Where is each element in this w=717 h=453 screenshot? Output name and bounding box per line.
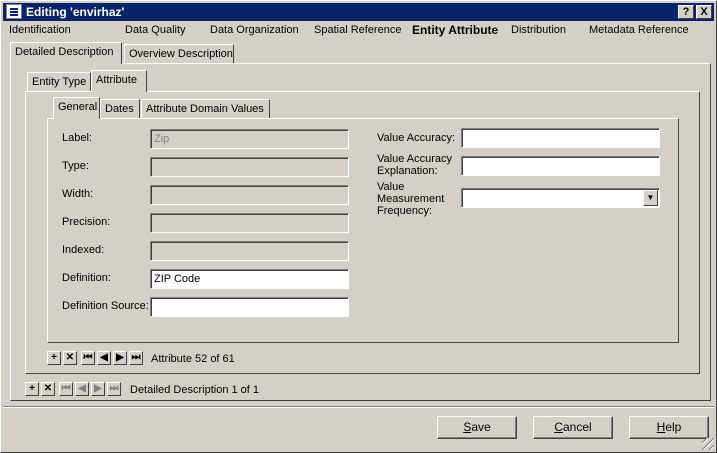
nav-metadata-reference[interactable]: Metadata Reference bbox=[589, 24, 689, 36]
add-description-button[interactable]: + bbox=[25, 382, 39, 396]
precision-label: Precision: bbox=[62, 216, 111, 228]
first-attribute-button[interactable]: ⏮ bbox=[81, 351, 95, 365]
tab-detailed-description[interactable]: Detailed Description bbox=[10, 42, 122, 64]
description-count: Detailed Description 1 of 1 bbox=[130, 384, 260, 396]
help-label: elp bbox=[665, 420, 682, 434]
definition-label: Definition: bbox=[62, 272, 111, 284]
nav-identification[interactable]: Identification bbox=[9, 24, 71, 36]
cancel-button[interactable]: Cancel bbox=[533, 416, 613, 439]
delete-description-button[interactable]: ✕ bbox=[41, 382, 55, 396]
document-icon bbox=[6, 4, 22, 19]
window-title: Editing 'envirhaz' bbox=[26, 5, 125, 19]
tab-dates[interactable]: Dates bbox=[100, 99, 140, 119]
nav-entity-attribute[interactable]: Entity Attribute bbox=[412, 23, 498, 37]
cancel-mnemonic: C bbox=[554, 420, 563, 434]
next-attribute-button[interactable]: ▶ bbox=[113, 351, 127, 365]
precision-field bbox=[150, 213, 349, 233]
save-label: ave bbox=[471, 420, 491, 434]
value-accuracy-label: Value Accuracy: bbox=[377, 132, 456, 144]
tab-overview-description[interactable]: Overview Description bbox=[124, 44, 234, 64]
title-bar: Editing 'envirhaz' ? X bbox=[3, 3, 714, 21]
indexed-field bbox=[150, 241, 349, 261]
value-accuracy-input[interactable] bbox=[461, 128, 660, 148]
chevron-down-icon[interactable]: ▼ bbox=[643, 190, 658, 206]
delete-attribute-button[interactable]: ✕ bbox=[63, 351, 77, 365]
value-measurement-frequency-label-2: Measurement bbox=[377, 193, 445, 205]
help-button[interactable]: Help bbox=[629, 416, 709, 439]
nav-data-quality[interactable]: Data Quality bbox=[125, 24, 186, 36]
value-measurement-frequency-label-3: Frequency: bbox=[377, 205, 433, 217]
value-accuracy-explanation-input[interactable] bbox=[461, 156, 660, 176]
width-field bbox=[150, 185, 349, 205]
prev-attribute-button[interactable]: ◀ bbox=[97, 351, 111, 365]
value-measurement-frequency-label-1: Value bbox=[377, 181, 405, 193]
label-field: Zip bbox=[150, 129, 349, 149]
definition-input[interactable]: ZIP Code bbox=[150, 269, 349, 289]
close-button[interactable]: X bbox=[696, 5, 712, 19]
value-accuracy-explanation-label-2: Explanation: bbox=[377, 165, 438, 177]
resize-grip-icon[interactable] bbox=[702, 438, 714, 450]
help-title-button[interactable]: ? bbox=[678, 5, 694, 19]
definition-source-input[interactable] bbox=[150, 297, 349, 317]
label-label: Label: bbox=[62, 132, 92, 144]
tab-attribute-domain-values[interactable]: Attribute Domain Values bbox=[141, 99, 270, 119]
add-attribute-button[interactable]: + bbox=[47, 351, 61, 365]
cancel-label: ancel bbox=[562, 420, 592, 434]
nav-data-organization[interactable]: Data Organization bbox=[210, 24, 299, 36]
tab-attribute[interactable]: Attribute bbox=[91, 70, 147, 92]
section-nav: Identification Data Quality Data Organiz… bbox=[1, 23, 717, 39]
last-attribute-button[interactable]: ⏭ bbox=[129, 351, 143, 365]
last-description-button[interactable]: ⏭ bbox=[107, 382, 121, 396]
value-measurement-frequency-select[interactable] bbox=[461, 188, 660, 208]
width-label: Width: bbox=[62, 188, 94, 200]
type-label: Type: bbox=[62, 160, 89, 172]
nav-distribution[interactable]: Distribution bbox=[511, 24, 566, 36]
next-description-button[interactable]: ▶ bbox=[91, 382, 105, 396]
tab-entity-type[interactable]: Entity Type bbox=[27, 72, 91, 92]
save-button[interactable]: Save bbox=[437, 416, 517, 439]
prev-description-button[interactable]: ◀ bbox=[75, 382, 89, 396]
attribute-count: Attribute 52 of 61 bbox=[151, 353, 235, 365]
value-accuracy-explanation-label-1: Value Accuracy bbox=[377, 153, 453, 165]
nav-spatial-reference[interactable]: Spatial Reference bbox=[314, 24, 401, 36]
indexed-label: Indexed: bbox=[62, 244, 105, 256]
definition-source-label: Definition Source: bbox=[62, 300, 149, 312]
divider bbox=[3, 406, 714, 408]
tab-general[interactable]: General bbox=[53, 97, 100, 119]
first-description-button[interactable]: ⏮ bbox=[59, 382, 73, 396]
editor-window: Editing 'envirhaz' ? X Identification Da… bbox=[0, 0, 717, 453]
type-field bbox=[150, 157, 349, 177]
